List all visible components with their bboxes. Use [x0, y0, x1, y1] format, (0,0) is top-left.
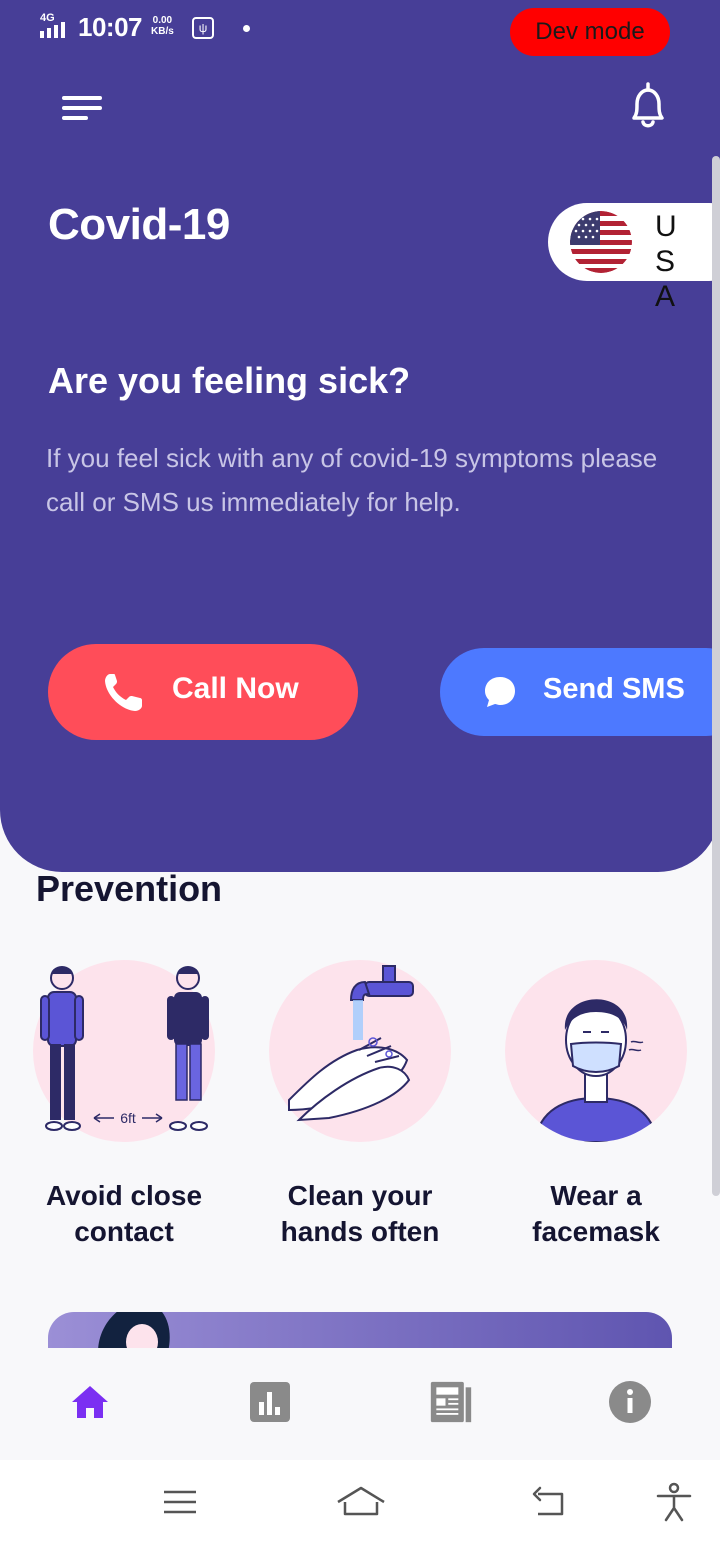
- chat-bubble-icon: [485, 677, 515, 707]
- usa-flag-icon: [570, 211, 632, 273]
- news-icon[interactable]: [427, 1380, 475, 1424]
- system-navigation-bar: [0, 1460, 720, 1544]
- back-icon[interactable]: [530, 1482, 570, 1522]
- header-panel: 4G 10:07 0.00 KB/s ψ Dev mode Covid-19 U…: [0, 0, 720, 872]
- recent-apps-icon[interactable]: [160, 1482, 200, 1522]
- prevention-title: Prevention: [36, 868, 223, 909]
- network-speed: 0.00 KB/s: [151, 15, 174, 37]
- caption-line: facemask: [532, 1216, 660, 1247]
- prevention-caption: Clean your hands often: [260, 1178, 460, 1250]
- caption-line: Wear a: [550, 1180, 642, 1211]
- caption-line: contact: [74, 1216, 174, 1247]
- person-mask-icon: [533, 999, 659, 1142]
- caption-line: Avoid close: [45, 1180, 203, 1211]
- home-button-icon[interactable]: [336, 1482, 386, 1522]
- facemask-illustration: [505, 960, 687, 1142]
- prevention-caption: Avoid close contact: [24, 1178, 224, 1250]
- send-sms-label: Send SMS: [543, 673, 685, 705]
- caption-line: Clean your: [287, 1180, 433, 1211]
- prevention-item-handwash[interactable]: Clean your hands often: [260, 960, 460, 1250]
- usb-debug-icon: ψ: [192, 17, 214, 39]
- notification-dot-icon: [243, 25, 250, 32]
- handwash-illustration: [269, 960, 451, 1142]
- call-now-button[interactable]: Call Now: [48, 644, 358, 740]
- prevention-item-distance[interactable]: 6ft Avoid close contact: [24, 960, 224, 1250]
- bottom-navigation: [0, 1348, 720, 1460]
- app-screen: 4G 10:07 0.00 KB/s ψ Dev mode Covid-19 U…: [0, 0, 720, 1544]
- prevention-item-facemask[interactable]: Wear a facemask: [496, 960, 696, 1250]
- woman-illustration-icon: [98, 1312, 170, 1352]
- sick-question: Are you feeling sick?: [48, 360, 411, 401]
- speed-value: 0.00: [152, 15, 173, 26]
- info-banner[interactable]: [48, 1312, 672, 1352]
- prevention-caption: Wear a facemask: [496, 1178, 696, 1250]
- info-icon[interactable]: [608, 1380, 652, 1424]
- page-title: Covid-19: [48, 200, 230, 249]
- hand-washing-icon: [288, 965, 414, 1122]
- send-sms-button[interactable]: Send SMS: [440, 648, 720, 736]
- distance-illustration: 6ft: [33, 960, 215, 1142]
- caption-line: hands often: [280, 1216, 440, 1247]
- scrollbar[interactable]: [712, 156, 720, 1196]
- menu-icon[interactable]: [58, 88, 106, 126]
- signal-icon: [40, 22, 65, 38]
- sick-description: If you feel sick with any of covid-19 sy…: [46, 443, 658, 517]
- country-selector[interactable]: USA: [548, 203, 720, 313]
- people-distancing-icon: 6ft: [40, 966, 209, 1131]
- clock: 10:07: [78, 12, 143, 42]
- call-now-label: Call Now: [172, 672, 299, 705]
- dev-mode-badge[interactable]: Dev mode: [510, 8, 670, 56]
- distance-label: 6ft: [120, 1110, 136, 1126]
- home-icon[interactable]: [68, 1380, 112, 1424]
- accessibility-icon[interactable]: [654, 1482, 694, 1522]
- phone-icon: [105, 674, 142, 711]
- speed-unit: KB/s: [151, 26, 174, 37]
- stats-icon[interactable]: [248, 1380, 292, 1424]
- country-name: USA: [655, 210, 677, 313]
- bell-icon[interactable]: [624, 80, 672, 132]
